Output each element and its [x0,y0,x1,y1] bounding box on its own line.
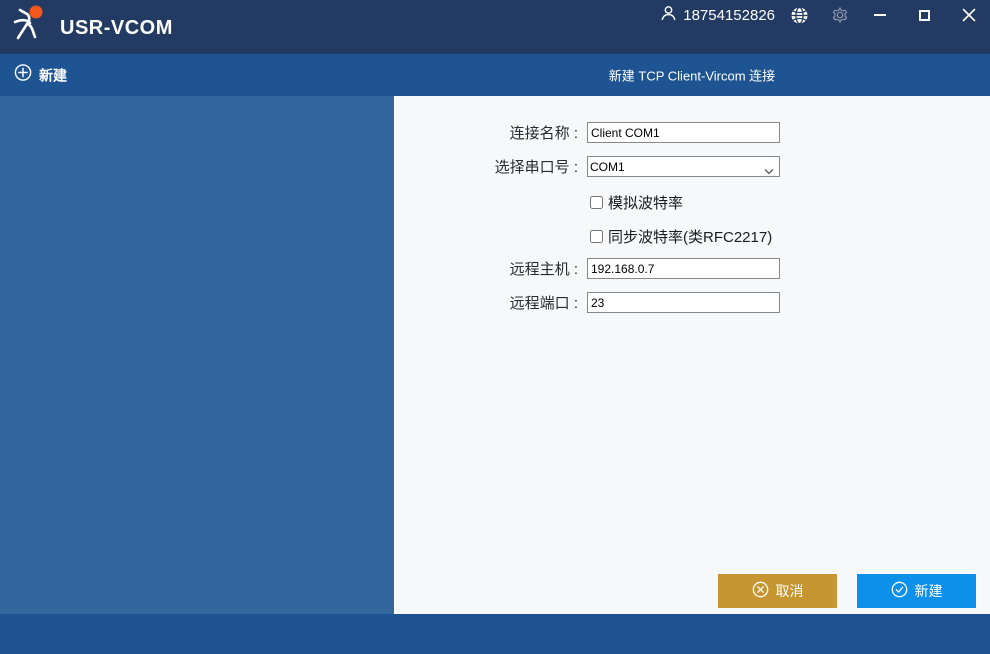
serial-port-row: 选择串口号 : COM1 [394,156,990,177]
serial-port-select[interactable]: COM1 [587,156,780,177]
minimize-icon[interactable] [873,5,887,25]
remote-host-input[interactable] [587,258,780,279]
sync-baud-label: 同步波特率(类RFC2217) [608,226,772,247]
app-title: USR-VCOM [60,17,173,40]
simulate-baud-label: 模拟波特率 [608,192,683,213]
remote-host-row: 远程主机 : [394,258,990,279]
sync-baud-row: 同步波特率(类RFC2217) [394,228,990,244]
cancel-button-label: 取消 [776,581,804,601]
navbar: 新建 新建 TCP Client-Vircom 连接 [0,54,990,96]
remote-port-label: 远程端口 : [394,292,578,313]
app-window: USR-VCOM 18754152826 [0,0,990,654]
create-button[interactable]: 新建 [857,574,976,608]
connection-form: 连接名称 : 选择串口号 : COM1 [394,122,990,326]
circle-cross-icon [752,581,769,601]
titlebar: USR-VCOM 18754152826 [0,0,990,54]
simulate-baud-row: 模拟波特率 [394,194,990,210]
connection-list-sidebar [0,96,394,614]
usr-logo-icon [7,3,53,54]
circle-check-icon [891,581,908,601]
cancel-button[interactable]: 取消 [718,574,837,608]
connection-name-label: 连接名称 : [394,122,578,143]
circle-plus-icon [14,64,32,87]
gear-icon[interactable] [831,6,849,24]
page-title: 新建 TCP Client-Vircom 连接 [394,66,990,85]
account-number: 18754152826 [683,7,775,24]
titlebar-controls: 18754152826 [660,5,977,25]
remote-port-input[interactable] [587,292,780,313]
close-icon[interactable] [961,5,977,25]
connection-name-input[interactable] [587,122,780,143]
sync-baud-checkbox[interactable] [590,230,603,243]
maximize-icon[interactable] [917,5,931,25]
new-connection-menu[interactable]: 新建 [14,64,67,87]
new-menu-label: 新建 [39,65,67,85]
brand: USR-VCOM [7,3,173,54]
simulate-baud-checkbox[interactable] [590,196,603,209]
new-connection-panel: 连接名称 : 选择串口号 : COM1 [394,96,990,614]
connection-name-row: 连接名称 : [394,122,990,143]
main-area: 连接名称 : 选择串口号 : COM1 [0,96,990,614]
remote-port-row: 远程端口 : [394,292,990,313]
serial-port-label: 选择串口号 : [394,156,578,177]
statusbar [0,614,990,654]
user-icon [660,5,677,26]
create-button-label: 新建 [915,581,943,601]
remote-host-label: 远程主机 : [394,258,578,279]
account-button[interactable]: 18754152826 [660,5,775,26]
globe-icon[interactable] [790,6,809,25]
